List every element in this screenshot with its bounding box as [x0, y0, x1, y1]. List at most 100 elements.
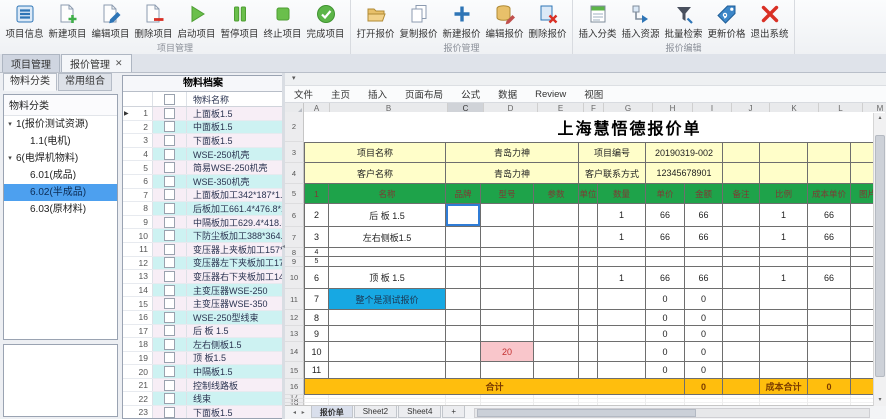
select-all-checkbox[interactable]: [153, 92, 187, 106]
row-header-8[interactable]: 8: [285, 248, 304, 257]
cell-D5[interactable]: 型号: [481, 184, 534, 204]
row-checkbox[interactable]: [153, 270, 187, 283]
cell-J7[interactable]: [723, 227, 760, 248]
cell-A12[interactable]: 8: [304, 310, 329, 326]
cell-H3[interactable]: 20190319-002: [646, 142, 723, 163]
cell-K6[interactable]: 1: [760, 204, 808, 227]
cell-F5[interactable]: 单位: [579, 184, 598, 204]
cell-C5[interactable]: 品牌: [446, 184, 481, 204]
cell-B9[interactable]: [329, 257, 446, 267]
ribbon-button-check-circle[interactable]: 完成项目: [304, 1, 347, 42]
ribbon-button-insert-category[interactable]: 插入分类: [576, 1, 619, 42]
cell-G7[interactable]: 1: [598, 227, 646, 248]
cell-G14[interactable]: [598, 342, 646, 362]
row-checkbox[interactable]: [153, 242, 187, 256]
cell-H15[interactable]: 0: [646, 362, 685, 379]
tree-item[interactable]: 6.01(成品): [4, 167, 117, 184]
cell-K3[interactable]: [760, 142, 808, 163]
cell-F15[interactable]: [579, 362, 598, 379]
cell-H4[interactable]: 12345678901: [646, 163, 723, 184]
ribbon-button-folder-open[interactable]: 打开报价: [354, 1, 397, 42]
cell-B10[interactable]: 顶 板 1.5: [329, 267, 446, 289]
cell-L8[interactable]: [808, 248, 851, 257]
cell-F6[interactable]: [579, 204, 598, 227]
material-row[interactable]: 3 下面板1.5: [123, 134, 283, 148]
ribbon-button-play[interactable]: 启动项目: [175, 1, 218, 42]
chevron-down-icon[interactable]: ▾: [292, 75, 296, 82]
sheet-menu-6[interactable]: 数据: [489, 87, 526, 101]
scroll-down-icon[interactable]: ▾: [874, 395, 886, 406]
cell-J6[interactable]: [723, 204, 760, 227]
row-checkbox[interactable]: [153, 365, 187, 378]
material-row[interactable]: 14 主变压器WSE-250: [123, 283, 283, 298]
row-checkbox[interactable]: [153, 107, 187, 120]
cell-G12[interactable]: [598, 310, 646, 326]
expander-icon[interactable]: ▾: [4, 150, 16, 167]
cell-H5[interactable]: 单价: [646, 184, 685, 204]
cell-G6[interactable]: 1: [598, 204, 646, 227]
cell-C12[interactable]: [446, 310, 481, 326]
cell-A6[interactable]: 2: [304, 204, 329, 227]
cell-K11[interactable]: [760, 289, 808, 310]
cell-D6[interactable]: [481, 204, 534, 227]
cell-A9[interactable]: 5: [304, 257, 329, 267]
cell-J11[interactable]: [723, 289, 760, 310]
material-row[interactable]: 1 ▶ 上面板1.5: [123, 107, 283, 121]
cell-G13[interactable]: [598, 326, 646, 342]
scrollbar-thumb[interactable]: [875, 135, 885, 377]
cell-K4[interactable]: [760, 163, 808, 184]
cell-J12[interactable]: [723, 310, 760, 326]
row-header-4[interactable]: 4: [285, 163, 304, 184]
cell-A4[interactable]: 客户名称: [304, 163, 446, 184]
tree-item[interactable]: ▾ 6(电焊机物料): [4, 150, 117, 167]
tree-item[interactable]: 6.03(原材料): [4, 201, 117, 218]
cell-H9[interactable]: [646, 257, 685, 267]
row-checkbox[interactable]: [153, 378, 187, 392]
material-row[interactable]: 19 顶 板1.5: [123, 351, 283, 366]
cell-L4[interactable]: [808, 163, 851, 184]
cell-C11[interactable]: [446, 289, 481, 310]
cell-A15[interactable]: 11: [304, 362, 329, 379]
material-row[interactable]: 4 WSE-250机壳: [123, 147, 283, 162]
cell-E6[interactable]: [534, 204, 579, 227]
cell-L16[interactable]: 0: [808, 379, 851, 395]
cell-I12[interactable]: 0: [685, 310, 723, 326]
sheet-tab-nav-icons[interactable]: ◂ ▸: [289, 406, 311, 416]
ribbon-button-doc-edit[interactable]: 编辑项目: [89, 1, 132, 42]
row-header-7[interactable]: 7: [285, 227, 304, 248]
material-row[interactable]: 21 控制线路板: [123, 378, 283, 393]
ribbon-button-price-tag[interactable]: 更新价格: [705, 1, 748, 42]
cell-H7[interactable]: 66: [646, 227, 685, 248]
sheet-menu-3[interactable]: 插入: [359, 87, 396, 101]
material-row[interactable]: 22 线束: [123, 392, 283, 407]
cell-C13[interactable]: [446, 326, 481, 342]
ribbon-button-stop[interactable]: 终止项目: [261, 1, 304, 42]
ribbon-button-db-edit[interactable]: 编辑报价: [483, 1, 526, 42]
row-checkbox[interactable]: [153, 161, 187, 174]
cell-H12[interactable]: 0: [646, 310, 685, 326]
cell-L10[interactable]: 66: [808, 267, 851, 289]
cell-F10[interactable]: [579, 267, 598, 289]
row-checkbox[interactable]: [153, 392, 187, 406]
material-row[interactable]: 9 中隔板加工629.4*418.8*: [123, 215, 283, 230]
cell-B14[interactable]: [329, 342, 446, 362]
cell-F12[interactable]: [579, 310, 598, 326]
material-row[interactable]: 12 变压器左下夹板加工172*: [123, 256, 283, 271]
expander-icon[interactable]: ▾: [4, 116, 16, 133]
cell-K7[interactable]: 1: [760, 227, 808, 248]
cell-H13[interactable]: 0: [646, 326, 685, 342]
row-header-9[interactable]: 9: [285, 257, 304, 267]
cell-L15[interactable]: [808, 362, 851, 379]
cell-F4[interactable]: 客户联系方式: [579, 163, 646, 184]
row-header-13[interactable]: 13: [285, 326, 304, 342]
cell-K15[interactable]: [760, 362, 808, 379]
cell-A3[interactable]: 项目名称: [304, 142, 446, 163]
cell-I10[interactable]: 66: [685, 267, 723, 289]
cell-D14[interactable]: 20: [481, 342, 534, 362]
cell-D13[interactable]: [481, 326, 534, 342]
cell-A8[interactable]: 4: [304, 248, 329, 257]
cell-K14[interactable]: [760, 342, 808, 362]
row-checkbox[interactable]: [153, 406, 187, 418]
cell-J15[interactable]: [723, 362, 760, 379]
row-header-14[interactable]: 14: [285, 342, 304, 362]
